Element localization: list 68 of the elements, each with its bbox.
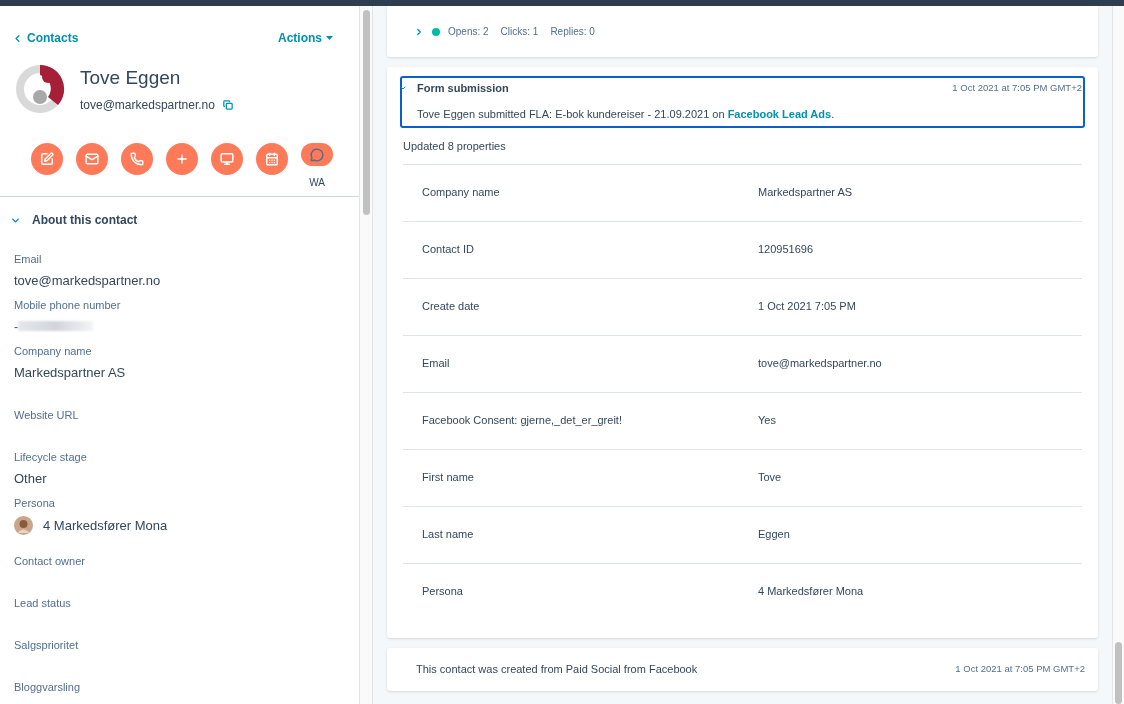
section-toggle[interactable]: About this contact [0,197,359,251]
property-value: tove@markedspartner.no [758,356,882,372]
field-label: Lifecycle stage [14,450,87,465]
action-button[interactable] [121,143,153,175]
property-name: Contact ID [422,242,475,258]
phone-icon [130,152,144,166]
action-label: WA [309,176,325,190]
chat-bubble-icon [310,147,324,162]
property-value: Eggen [758,527,790,543]
action-button[interactable] [301,143,333,166]
action-button[interactable] [166,143,198,175]
property-value: 120951696 [758,242,814,258]
event-description: This contact was created from Paid Social from Facebook [416,661,698,677]
plus-icon [175,152,189,166]
action-button[interactable] [256,143,288,175]
copy-icon[interactable] [222,99,233,110]
field-value: Other [14,469,47,488]
action-button[interactable] [31,143,63,175]
field-label: Persona [14,496,55,511]
scrollbar-thumb[interactable] [362,10,370,215]
event-description: Tove Eggen submitted FLA: E-bok kundereiser - 21.09.2021 on Facebook Lead Ads. [417,106,836,122]
actions-menu[interactable]: Actions [278,29,333,47]
event-time: 1 Oct 2021 at 7:05 PM GMT+2 [952,81,1082,96]
back-link[interactable]: Contacts [12,29,79,47]
property-name: Persona [422,584,464,600]
field-value: 4 Markedsfører Mona [43,516,168,535]
field-label: Lead status [14,596,71,611]
field-label: Company name [14,344,92,359]
mail-icon [85,152,99,166]
property-name: First name [422,470,475,486]
property-value: Markedspartner AS [758,185,853,201]
field-value: tove@markedspartner.no [14,271,161,290]
edit-icon [40,152,54,166]
event-title: Form submission [417,81,509,96]
contact-email: tove@markedspartner.no [80,96,215,114]
email-stat: Replies: 0 [550,25,595,39]
avatar [14,515,33,535]
chevron-down-icon[interactable] [399,84,407,92]
updated-properties-label: Updated 8 properties [403,139,506,154]
property-name: Company name [422,185,501,201]
field-label: Bloggvarsling [14,680,81,695]
action-button[interactable] [211,143,243,175]
property-value: Yes [758,413,776,429]
property-name: Create date [422,299,481,315]
property-name: Email [422,356,451,372]
property-value: 4 Markedsfører Mona [758,584,864,600]
property-name: Last name [422,527,475,543]
action-button[interactable] [76,143,108,175]
event-time: 1 Oct 2021 at 7:05 PM GMT+2 [955,661,1085,676]
monitor-icon [220,152,234,166]
field-value: - [14,317,19,336]
calendar-icon [265,152,279,166]
field-label: Contact owner [14,554,85,569]
field-label: Mobile phone number [14,298,121,313]
contact-name: Tove Eggen [80,66,182,91]
property-name: Facebook Consent: gjerne,_det_er_greit! [422,413,623,429]
property-value: 1 Oct 2021 7:05 PM [758,299,856,315]
field-label: Salgsprioritet [14,638,79,653]
caret-icon [326,36,333,40]
field-label: Website URL [14,408,79,423]
field-label: Email [14,252,42,267]
chevron-right-icon[interactable] [414,26,424,37]
field-value: Markedspartner AS [14,363,126,382]
email-stat: Clicks: 1 [500,25,539,39]
company-logo [14,63,66,115]
property-value: Tove [758,470,782,486]
scrollbar-thumb[interactable] [1115,642,1122,704]
email-stat: Opens: 2 [448,25,489,39]
